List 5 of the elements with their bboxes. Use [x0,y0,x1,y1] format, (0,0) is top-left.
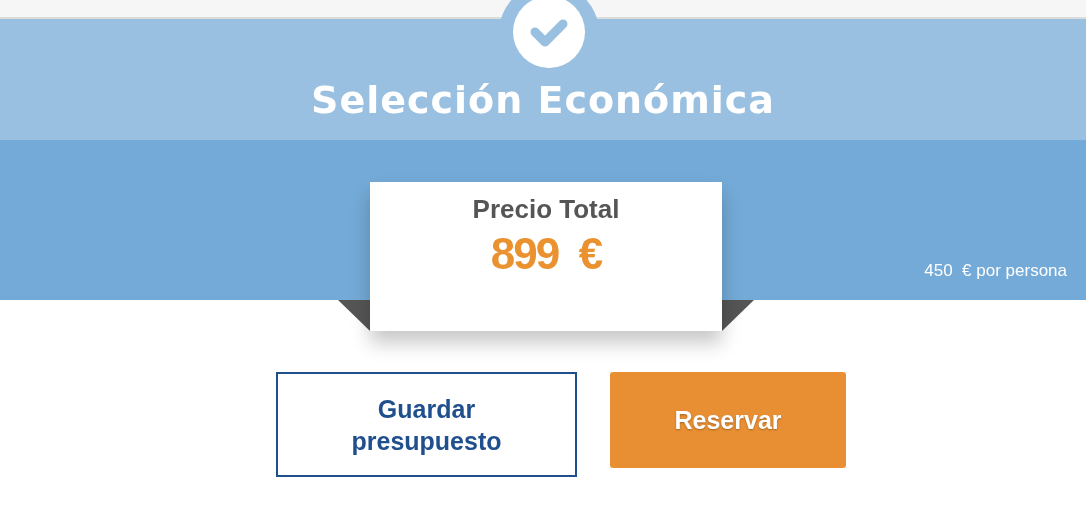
price-label: Precio Total [472,194,620,225]
per-person-price: 450 € por persona [924,261,1067,281]
save-quote-button[interactable]: Guardar presupuesto [276,372,577,477]
total-price: 899 € [490,229,602,279]
section-title: Selección Económica [311,77,775,124]
